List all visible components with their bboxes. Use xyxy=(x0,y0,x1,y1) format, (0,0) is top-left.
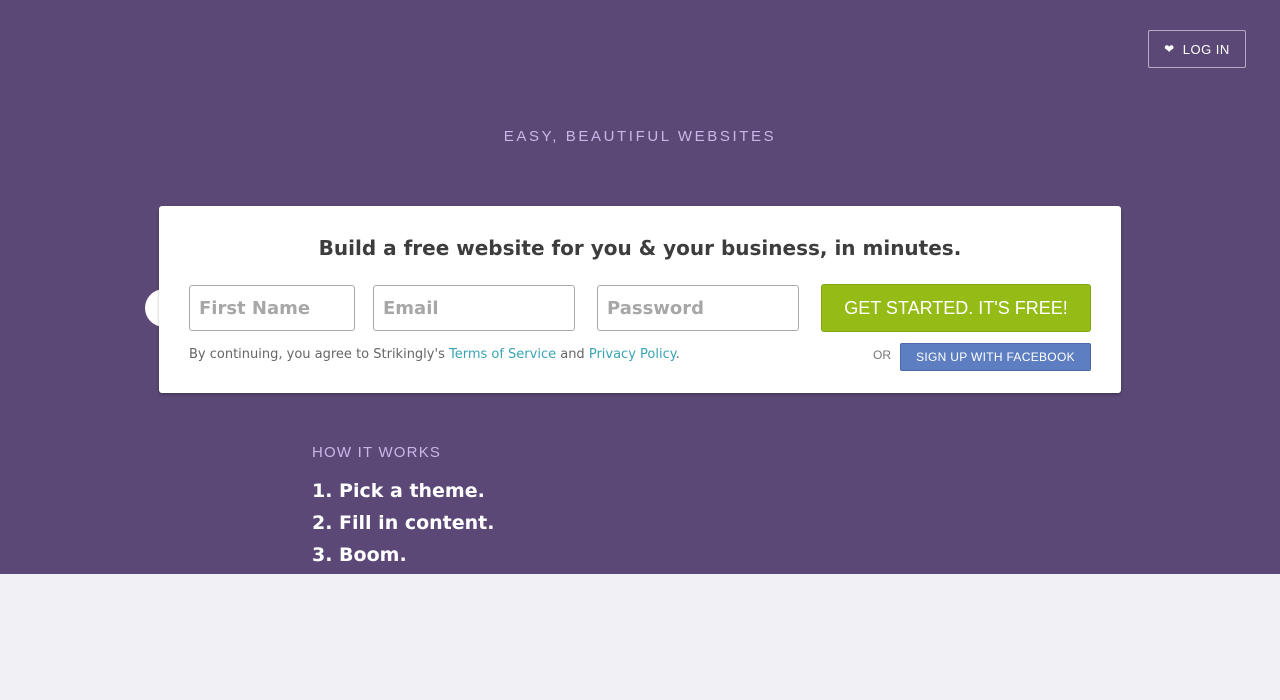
signup-card: Build a free website for you & your busi… xyxy=(159,206,1121,393)
terms-notice: By continuing, you agree to Strikingly's… xyxy=(189,347,680,362)
login-label: LOG IN xyxy=(1182,41,1230,57)
step-item: 2. Fill in content. xyxy=(312,512,495,534)
terms-and: and xyxy=(556,347,589,362)
login-button[interactable]: ❤ LOG IN xyxy=(1148,30,1246,68)
email-input[interactable] xyxy=(373,285,575,331)
terms-prefix: By continuing, you agree to Strikingly's xyxy=(189,347,449,362)
privacy-policy-link[interactable]: Privacy Policy xyxy=(589,347,676,362)
terms-of-service-link[interactable]: Terms of Service xyxy=(449,347,556,362)
or-separator: OR xyxy=(873,348,891,362)
terms-suffix: . xyxy=(675,347,680,362)
get-started-button[interactable]: GET STARTED. IT'S FREE! xyxy=(821,284,1091,332)
tagline: EASY, BEAUTIFUL WEBSITES xyxy=(503,128,777,145)
heart-icon: ❤ xyxy=(1164,42,1175,56)
signup-title: Build a free website for you & your busi… xyxy=(318,236,962,260)
hero-section: ❤ LOG IN EASY, BEAUTIFUL WEBSITES Build … xyxy=(0,0,1280,574)
step-item: 3. Boom. xyxy=(312,544,407,566)
how-it-works: HOW IT WORKS 1. Pick a theme. 2. Fill in… xyxy=(312,444,494,571)
facebook-signup-button[interactable]: SIGN UP WITH FACEBOOK xyxy=(900,343,1091,371)
password-input[interactable] xyxy=(597,285,799,331)
first-name-input[interactable] xyxy=(189,285,355,331)
how-it-works-title: HOW IT WORKS xyxy=(312,444,442,461)
step-item: 1. Pick a theme. xyxy=(312,480,485,502)
